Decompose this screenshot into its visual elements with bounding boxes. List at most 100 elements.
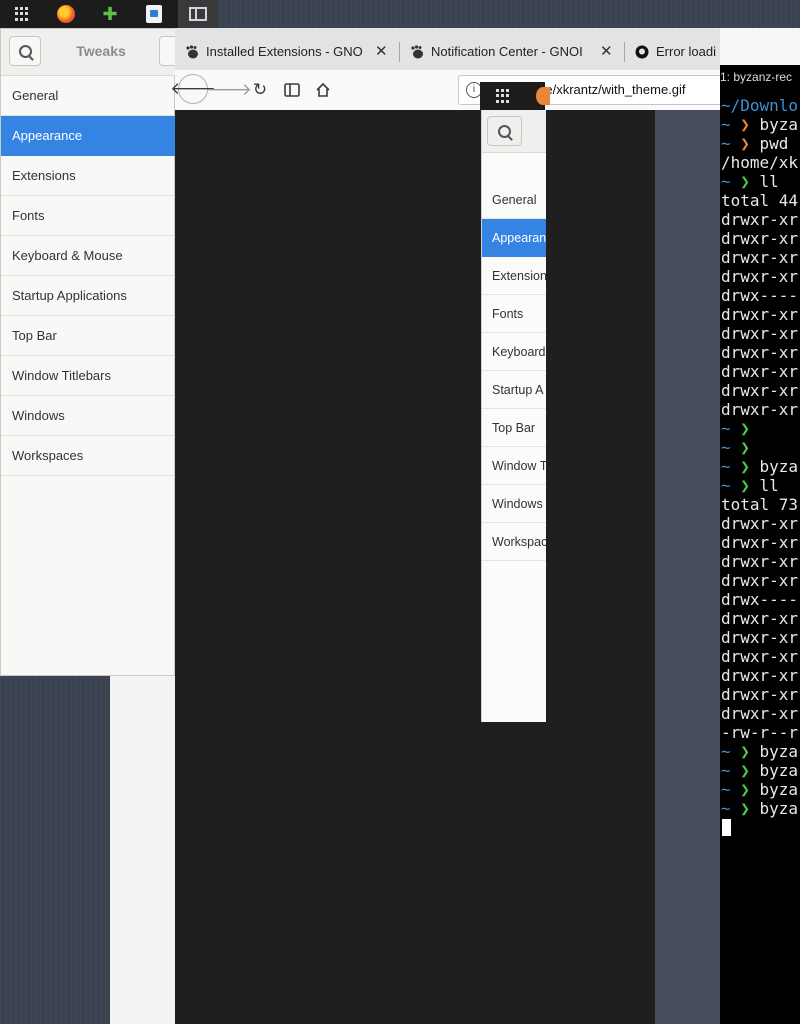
gif-sidebar-item: Window T <box>482 447 546 485</box>
terminal-line: ~ ❯ byza <box>721 742 799 761</box>
terminal-line: drwxr-xr <box>721 628 799 647</box>
search-icon <box>487 116 522 146</box>
terminal-line: ~/Downlo <box>721 96 799 115</box>
tab-notification-center[interactable]: Notification Center - GNOI ✕ <box>400 34 622 70</box>
gif-tweaks-window: General Appearan Extension Fonts Keyboard Sta… <box>481 110 546 722</box>
sidebar-item-keyboard-mouse[interactable]: Keyboard & Mouse <box>1 236 175 276</box>
browser-window: Installed Extensions - GNO ✕ Notificatio… <box>170 28 720 1024</box>
terminal-line: drwxr-xr <box>721 609 799 628</box>
terminal-line: ~ ❯ byza <box>721 761 799 780</box>
terminal-line: drwxr-xr <box>721 267 799 286</box>
terminal-line: ~ ❯ ll <box>721 476 779 495</box>
back-button[interactable]: 🡐 <box>170 74 216 104</box>
terminal-line: -rw-r--r <box>721 723 799 742</box>
tweaks-headerbar: Tweaks <box>1 29 179 76</box>
terminal-title: 1: byzanz-rec <box>720 70 793 84</box>
terminal-line: drwxr-xr <box>721 362 799 381</box>
gif-desktop-background <box>655 110 720 1024</box>
close-tab-icon[interactable]: ✕ <box>375 42 388 60</box>
extensions-puzzle-icon[interactable]: ✚ <box>90 0 130 28</box>
page-viewport <box>175 110 655 1024</box>
app-grid-icon[interactable] <box>2 0 42 28</box>
gif-sidebar-item: Startup A <box>482 371 546 409</box>
terminal-line: ~ ❯ <box>721 419 750 438</box>
window-title: Tweaks <box>76 43 126 59</box>
terminal-line: drwxr-xr <box>721 552 799 571</box>
terminal-line: drwxr-xr <box>721 666 799 685</box>
terminal-line: ~ ❯ byza <box>721 780 799 799</box>
background-window-strip <box>110 676 175 1024</box>
tab-error-loading[interactable]: Error loadi <box>625 34 720 70</box>
terminal-line: ~ ❯ byza <box>721 457 799 476</box>
terminal-line: drwxr-xr <box>721 229 799 248</box>
terminal-line: drwx---- <box>721 286 799 305</box>
tab-label: Error loadi <box>656 44 716 59</box>
terminal-line: drwxr-xr <box>721 571 799 590</box>
tab-label: Installed Extensions - GNO <box>206 44 363 59</box>
navigation-toolbar: 🡐 🡒 ↻ i file:///home/xkrantz/with_theme.… <box>170 70 720 111</box>
terminal-line: drwxr-xr <box>721 685 799 704</box>
terminal-line: drwxr-xr <box>721 381 799 400</box>
sidebar-item-window-titlebars[interactable]: Window Titlebars <box>1 356 175 396</box>
terminal-line: drwxr-xr <box>721 704 799 723</box>
sidebar-button[interactable] <box>276 74 308 106</box>
forward-button[interactable]: 🡒 <box>206 74 252 106</box>
terminal-line: ~ ❯ ll <box>721 172 779 191</box>
terminal-line: drwxr-xr <box>721 248 799 267</box>
gnome-foot-icon <box>186 45 198 59</box>
search-button[interactable] <box>9 36 41 66</box>
firefox-icon[interactable] <box>46 0 86 28</box>
terminal-cursor <box>722 819 731 836</box>
terminal-gap <box>720 28 800 65</box>
tab-label: Notification Center - GNOI <box>431 44 583 59</box>
gif-sidebar-item: Keyboard <box>482 333 546 371</box>
home-button[interactable] <box>307 74 339 106</box>
tab-bar: Installed Extensions - GNO ✕ Notificatio… <box>175 28 720 70</box>
terminal-line: total 73 <box>721 495 799 514</box>
gif-headerbar <box>482 110 546 153</box>
gif-sidebar-item: General <box>482 181 546 219</box>
terminal-line: ~ ❯ pwd <box>721 134 789 153</box>
sidebar-icon <box>284 83 300 97</box>
reload-button[interactable]: ↻ <box>244 74 276 106</box>
github-icon <box>635 45 649 59</box>
tab-installed-extensions[interactable]: Installed Extensions - GNO ✕ <box>175 34 397 70</box>
sidebar-item-top-bar[interactable]: Top Bar <box>1 316 175 356</box>
image-viewer-icon[interactable] <box>134 0 174 28</box>
top-bar: ✚ <box>0 0 218 28</box>
terminal-line: /home/xk <box>721 153 799 172</box>
terminal-window[interactable]: ~/Downlo ~ ❯ byza ~ ❯ pwd/home/xk ~ ❯ ll tot… <box>720 65 800 1024</box>
terminal-line: drwxr-xr <box>721 400 799 419</box>
gif-sidebar-item: Workspac <box>482 523 546 561</box>
home-icon <box>316 82 330 97</box>
gif-sidebar-item: Appearan <box>482 219 546 257</box>
terminal-line: drwxr-xr <box>721 647 799 666</box>
sidebar-item-workspaces[interactable]: Workspaces <box>1 436 175 476</box>
terminal-line: drwxr-xr <box>721 210 799 229</box>
terminal-line: drwxr-xr <box>721 343 799 362</box>
sidebar-item-extensions[interactable]: Extensions <box>1 156 175 196</box>
gif-sidebar-item: Extension <box>482 257 546 295</box>
terminal-line: drwx---- <box>721 590 799 609</box>
sidebar-item-fonts[interactable]: Fonts <box>1 196 175 236</box>
gif-sidebar-item: Top Bar <box>482 409 546 447</box>
sidebar-item-startup-applications[interactable]: Startup Applications <box>1 276 175 316</box>
tweaks-window: Tweaks General Appearance Extensions Fonts K… <box>0 28 179 676</box>
window-switcher-icon[interactable] <box>178 0 218 28</box>
gif-sidebar-item: Windows <box>482 485 546 523</box>
reload-icon: ↻ <box>252 80 268 99</box>
terminal-line: ~ ❯ byza <box>721 799 799 818</box>
firefox-icon <box>536 87 550 105</box>
terminal-line: drwxr-xr <box>721 514 799 533</box>
terminal-line: drwxr-xr <box>721 305 799 324</box>
gnome-foot-icon <box>411 45 423 59</box>
sidebar-item-general[interactable]: General <box>1 76 175 116</box>
terminal-line: total 44 <box>721 191 799 210</box>
sidebar-item-windows[interactable]: Windows <box>1 396 175 436</box>
terminal-line: drwxr-xr <box>721 324 799 343</box>
sidebar-item-appearance[interactable]: Appearance <box>1 116 175 156</box>
close-tab-icon[interactable]: ✕ <box>600 42 613 60</box>
terminal-line: ~ ❯ byza <box>721 115 799 134</box>
search-icon <box>18 44 32 58</box>
app-grid-icon <box>496 89 510 103</box>
